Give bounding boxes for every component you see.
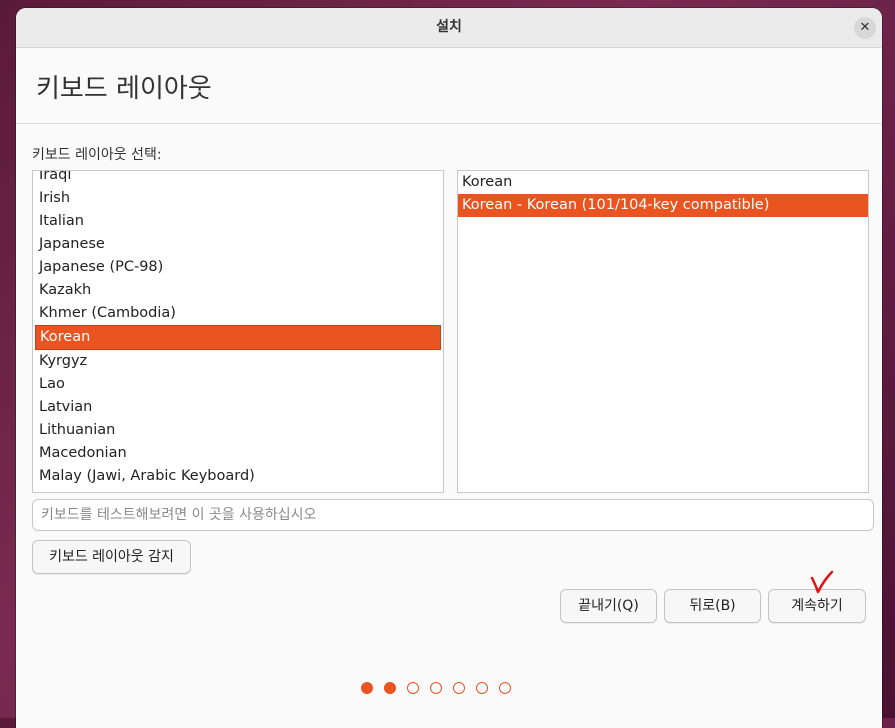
quit-button[interactable]: 끝내기(Q) [560, 589, 657, 623]
variant-list[interactable]: Korean Korean - Korean (101/104-key compa… [457, 170, 869, 493]
layout-list-item[interactable]: Irish [35, 187, 441, 210]
layout-list-item[interactable]: Kazakh [35, 279, 441, 302]
detect-layout-button[interactable]: 키보드 레이아웃 감지 [32, 540, 191, 574]
layout-list-item[interactable]: Italian [35, 210, 441, 233]
progress-dot [453, 682, 465, 694]
keyboard-test-input[interactable] [32, 499, 874, 531]
layout-list-item[interactable]: Kyrgyz [35, 350, 441, 373]
progress-dot [384, 682, 396, 694]
window-title: 설치 [436, 19, 462, 35]
progress-dot [361, 682, 373, 694]
installer-window: 설치 ✕ 키보드 레이아웃 키보드 레이아웃 선택: Iraqi Irish Ita… [16, 8, 882, 728]
layout-select-label: 키보드 레이아웃 선택: [32, 147, 162, 163]
progress-dot [407, 682, 419, 694]
layout-list-item[interactable]: Latvian [35, 396, 441, 419]
layout-list-item[interactable]: Japanese (PC-98) [35, 256, 441, 279]
layout-list-item[interactable]: Macedonian [35, 442, 441, 465]
page-title: 키보드 레이아웃 [36, 74, 212, 104]
progress-dot [430, 682, 442, 694]
layout-list-item[interactable]: Malay (Jawi, Arabic Keyboard) [35, 465, 441, 488]
layout-list-item[interactable]: Korean [35, 325, 441, 350]
title-bar: 설치 ✕ [16, 8, 882, 48]
header-separator [16, 123, 882, 124]
layout-list-item[interactable]: Lithuanian [35, 419, 441, 442]
variant-list-item[interactable]: Korean [458, 171, 868, 194]
checkmark-annotation-icon [810, 570, 834, 594]
layout-list-item[interactable]: Khmer (Cambodia) [35, 302, 441, 325]
layout-list-item[interactable]: Lao [35, 373, 441, 396]
layout-list[interactable]: Iraqi Irish Italian Japanese Japanese (PC-98… [32, 170, 444, 493]
layout-list-item[interactable]: Maltese [35, 488, 441, 492]
variant-list-item[interactable]: Korean - Korean (101/104-key compatible) [458, 194, 868, 217]
back-button[interactable]: 뒤로(B) [664, 589, 761, 623]
layout-list-item[interactable]: Iraqi [35, 171, 441, 187]
close-icon[interactable]: ✕ [854, 17, 876, 39]
layout-list-item[interactable]: Japanese [35, 233, 441, 256]
progress-dot [476, 682, 488, 694]
progress-dots [361, 682, 511, 694]
progress-dot [499, 682, 511, 694]
